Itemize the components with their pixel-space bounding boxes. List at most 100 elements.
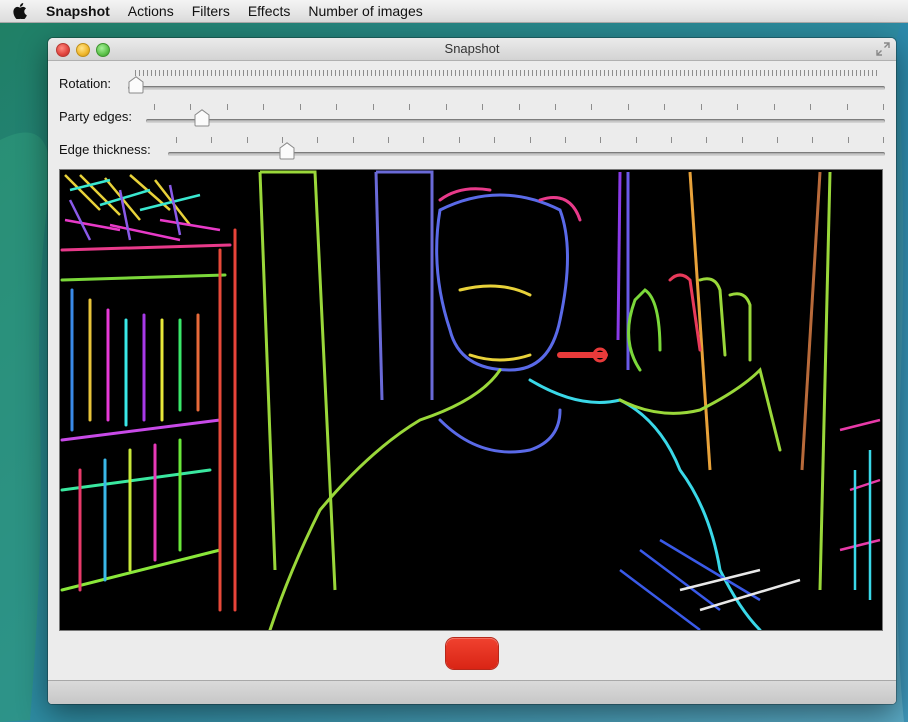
slider-tick bbox=[331, 70, 333, 76]
slider-tick bbox=[835, 70, 837, 76]
menu-effects[interactable]: Effects bbox=[239, 0, 300, 22]
slider-tick bbox=[527, 70, 529, 76]
slider-tick bbox=[507, 70, 509, 76]
slider-tick bbox=[319, 70, 321, 76]
title-bar[interactable]: Snapshot bbox=[48, 38, 896, 61]
slider-tick bbox=[379, 70, 381, 76]
slider-tick bbox=[515, 70, 517, 76]
slider-tick bbox=[711, 70, 713, 76]
slider-tick bbox=[737, 104, 739, 110]
slider-tick bbox=[347, 70, 349, 76]
slider-tick bbox=[439, 70, 441, 76]
slider-tick bbox=[623, 70, 625, 76]
slider-tick bbox=[372, 104, 374, 110]
slider-tick bbox=[211, 137, 213, 143]
slider-tick bbox=[587, 70, 589, 76]
slider-tick bbox=[775, 70, 777, 76]
slider-tick bbox=[847, 70, 849, 76]
slider-tick bbox=[287, 70, 289, 76]
slider-tick bbox=[371, 70, 373, 76]
slider-tick bbox=[435, 70, 437, 76]
apple-logo-icon[interactable] bbox=[0, 3, 40, 19]
menu-app-name[interactable]: Snapshot bbox=[40, 0, 119, 22]
slider-tick bbox=[607, 70, 609, 76]
slider-tick bbox=[388, 137, 390, 143]
slider-tick bbox=[423, 137, 425, 143]
slider-tick bbox=[231, 70, 233, 76]
slider-tick bbox=[176, 137, 177, 143]
slider-tick bbox=[747, 70, 749, 76]
slider-tick bbox=[803, 70, 805, 76]
slider-tick bbox=[723, 70, 725, 76]
slider-tick bbox=[543, 70, 545, 76]
slider-tick bbox=[735, 70, 737, 76]
slider-tick bbox=[639, 70, 641, 76]
slider-tick bbox=[451, 70, 453, 76]
slider-tick bbox=[291, 70, 293, 76]
slider-tick bbox=[827, 70, 829, 76]
party-edges-slider-knob[interactable] bbox=[194, 109, 210, 127]
slider-tick bbox=[159, 70, 161, 76]
slider-tick bbox=[529, 137, 531, 143]
slider-tick bbox=[383, 70, 385, 76]
snapshot-button[interactable] bbox=[446, 638, 498, 669]
slider-tick bbox=[482, 104, 484, 110]
slider-tick bbox=[611, 70, 613, 76]
slider-tick bbox=[795, 70, 797, 76]
slider-tick bbox=[751, 70, 753, 76]
edge-thickness-slider-track[interactable] bbox=[168, 152, 885, 156]
slider-tick bbox=[627, 70, 629, 76]
slider-tick bbox=[226, 104, 228, 110]
slider-tick bbox=[591, 70, 593, 76]
menu-filters[interactable]: Filters bbox=[183, 0, 239, 22]
rotation-slider-knob[interactable] bbox=[128, 76, 144, 94]
slider-tick bbox=[199, 70, 201, 76]
menu-number-of-images[interactable]: Number of images bbox=[299, 0, 431, 22]
fullscreen-icon[interactable] bbox=[876, 42, 890, 56]
window-bottom-bar bbox=[48, 680, 896, 704]
slider-tick bbox=[812, 137, 814, 143]
slider-tick bbox=[595, 70, 597, 76]
slider-tick bbox=[303, 70, 305, 76]
slider-tick bbox=[219, 70, 221, 76]
slider-tick bbox=[691, 70, 693, 76]
slider-tick bbox=[391, 70, 393, 76]
slider-tick bbox=[263, 70, 265, 76]
rotation-slider-track[interactable] bbox=[128, 86, 885, 90]
slider-tick bbox=[670, 137, 672, 143]
slider-tick bbox=[883, 104, 884, 110]
slider-tick bbox=[643, 70, 645, 76]
party-edges-slider-track[interactable] bbox=[146, 119, 885, 123]
slider-tick bbox=[151, 70, 153, 76]
slider-tick bbox=[763, 70, 765, 76]
slider-tick bbox=[564, 137, 566, 143]
edge-thickness-slider-knob[interactable] bbox=[279, 142, 295, 160]
slider-tick bbox=[651, 70, 653, 76]
slider-tick bbox=[263, 104, 265, 110]
slider-tick bbox=[851, 70, 853, 76]
slider-tick bbox=[831, 70, 833, 76]
slider-tick bbox=[631, 70, 633, 76]
slider-tick bbox=[615, 70, 617, 76]
slider-tick bbox=[495, 70, 497, 76]
rotation-row: Rotation: bbox=[48, 68, 896, 98]
slider-tick bbox=[535, 70, 537, 76]
slider-tick bbox=[767, 70, 769, 76]
slider-tick bbox=[447, 70, 449, 76]
slider-tick bbox=[731, 70, 733, 76]
party-edges-row: Party edges: bbox=[48, 101, 896, 131]
slider-tick bbox=[295, 70, 297, 76]
slider-tick bbox=[531, 70, 533, 76]
menu-actions[interactable]: Actions bbox=[119, 0, 183, 22]
slider-tick bbox=[227, 70, 229, 76]
slider-tick bbox=[315, 70, 317, 76]
slider-tick bbox=[431, 70, 433, 76]
slider-tick bbox=[154, 104, 155, 110]
slider-tick bbox=[583, 70, 585, 76]
slider-tick bbox=[299, 104, 301, 110]
slider-tick bbox=[191, 70, 193, 76]
slider-tick bbox=[203, 70, 205, 76]
slider-tick bbox=[163, 70, 165, 76]
slider-tick bbox=[171, 70, 173, 76]
slider-tick bbox=[407, 70, 409, 76]
